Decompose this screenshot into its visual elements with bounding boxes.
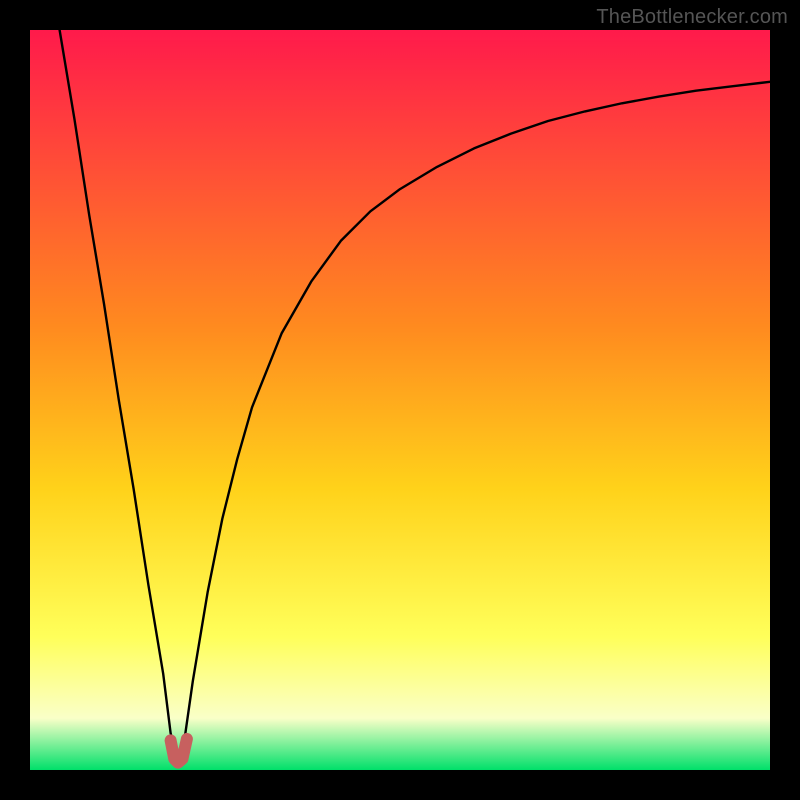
plot-area bbox=[30, 30, 770, 770]
chart-svg bbox=[30, 30, 770, 770]
chart-frame: TheBottlenecker.com bbox=[0, 0, 800, 800]
gradient-background bbox=[30, 30, 770, 770]
watermark-text: TheBottlenecker.com bbox=[596, 6, 788, 29]
